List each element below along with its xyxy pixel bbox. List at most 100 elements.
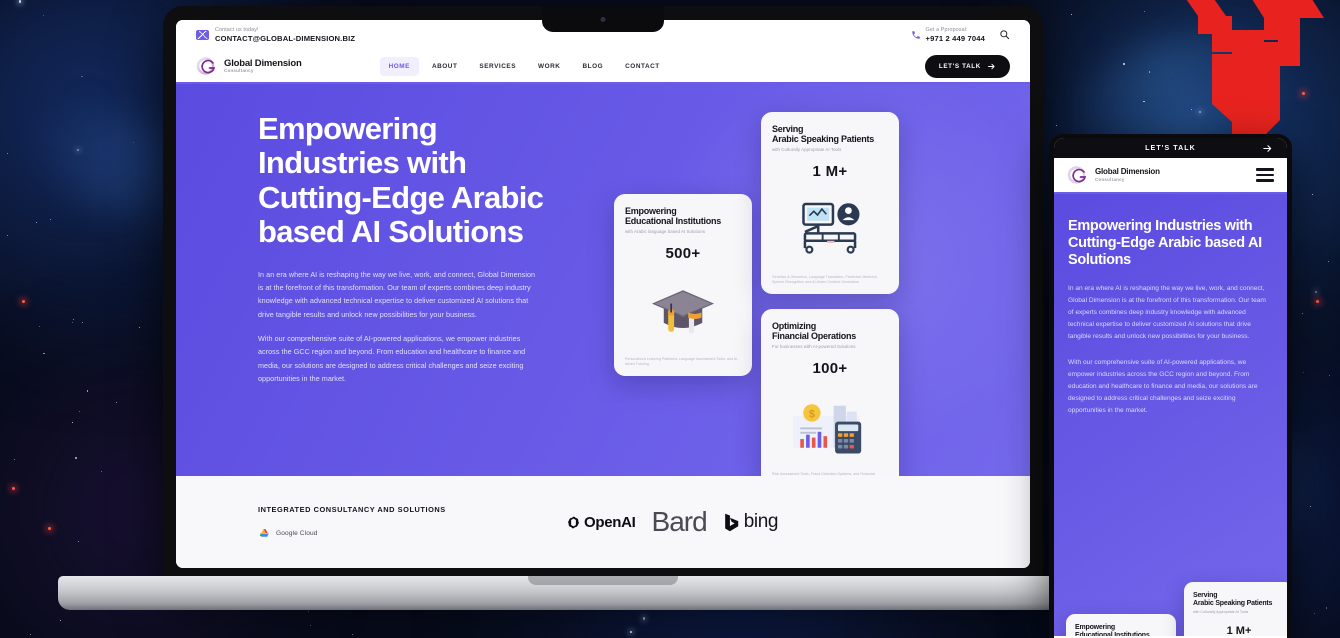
nav-links: HOME ABOUT SERVICES WORK BLOG CONTACT bbox=[379, 56, 669, 76]
g-circle-logo-icon bbox=[196, 57, 216, 75]
card-education[interactable]: Empowering Educational Institutions with… bbox=[614, 194, 752, 376]
hero-section: Empowering Industries with Cutting-Edge … bbox=[176, 84, 1030, 476]
card-education-title: Empowering Educational Institutions with… bbox=[625, 206, 741, 234]
logo-title: Global Dimension bbox=[224, 57, 302, 69]
nav-item-blog[interactable]: BLOG bbox=[573, 57, 612, 76]
laptop-trackpad-notch bbox=[528, 576, 678, 585]
nav-item-contact[interactable]: CONTACT bbox=[616, 57, 669, 76]
site-logo[interactable]: Global Dimension Consultancy bbox=[196, 55, 302, 77]
partners-logos: OpenAI Bard bing bbox=[566, 506, 778, 538]
phone-card-medical[interactable]: Serving Arabic Speaking Patients with Cu… bbox=[1184, 582, 1287, 636]
hamburger-menu-icon[interactable] bbox=[1256, 168, 1274, 182]
phone-site-logo[interactable]: Global Dimension Consultancy bbox=[1067, 164, 1160, 186]
envelope-icon bbox=[196, 29, 209, 40]
partners-left: INTEGRATED CONSULTANCY AND SOLUTIONS Goo… bbox=[258, 505, 558, 539]
hero-heading: Empowering Industries with Cutting-Edge … bbox=[258, 111, 544, 250]
phone-hero-paragraph-2: With our comprehensive suite of AI-power… bbox=[1068, 358, 1258, 414]
partner-bing-label: bing bbox=[743, 511, 779, 532]
nav-item-work[interactable]: WORK bbox=[529, 57, 569, 76]
phone-card-medical-subtitle: with Culturally Appropriate AI Tools bbox=[1193, 610, 1249, 615]
arrow-right-icon bbox=[1263, 144, 1272, 152]
phone-body: LET'S TALK Global Dimension Consultancy bbox=[1049, 134, 1292, 638]
card-medical-title: Serving Arabic Speaking Patients with Cu… bbox=[772, 124, 888, 152]
lets-talk-button[interactable]: LET'S TALK bbox=[924, 54, 1010, 78]
nav-item-home[interactable]: HOME bbox=[379, 56, 419, 76]
phone-number[interactable]: +971 2 449 7044 bbox=[926, 34, 985, 43]
phone-logo-title: Global Dimension bbox=[1095, 167, 1160, 177]
search-icon[interactable] bbox=[999, 29, 1010, 40]
card-medical-title-line2: Arabic Speaking Patients bbox=[772, 134, 875, 145]
phone-screen: LET'S TALK Global Dimension Consultancy bbox=[1054, 138, 1287, 638]
card-education-title-line2: Educational Institutions bbox=[625, 216, 722, 227]
partner-openai-label: OpenAI bbox=[584, 513, 636, 531]
lets-talk-label: LET'S TALK bbox=[938, 62, 981, 70]
phone-contact-block[interactable]: Get a Pproposal: +971 2 449 7044 bbox=[911, 27, 985, 43]
hero-cards-area: Empowering Educational Institutions with… bbox=[576, 112, 1030, 476]
financial-chart-calculator-icon: $ bbox=[793, 404, 862, 454]
email-contact-block[interactable]: Contact us today! CONTACT@GLOBAL-DIMENSI… bbox=[196, 27, 355, 43]
card-financial-stat: 100+ bbox=[812, 360, 848, 378]
partner-google-cloud: Google Cloud bbox=[258, 528, 558, 539]
website-desktop-view: Contact us today! CONTACT@GLOBAL-DIMENSI… bbox=[176, 20, 1030, 568]
contact-email[interactable]: CONTACT@GLOBAL-DIMENSION.BIZ bbox=[215, 34, 355, 43]
card-medical-subtitle: with Culturally Appropriate AI Tools bbox=[772, 146, 842, 152]
phone-icon bbox=[911, 31, 920, 39]
card-education-stat: 500+ bbox=[665, 245, 701, 263]
phone-device-mockup: LET'S TALK Global Dimension Consultancy bbox=[1049, 134, 1292, 638]
topbar-right-group: Get a Pproposal: +971 2 449 7044 bbox=[911, 27, 1010, 43]
phone-label: Get a Pproposal: bbox=[925, 26, 968, 33]
phone-hero-section: Empowering Industries with Cutting-Edge … bbox=[1054, 194, 1287, 636]
card-financial[interactable]: Optimizing Financial Operations For busi… bbox=[761, 309, 899, 476]
red-geometric-brand-logo-icon bbox=[1186, 0, 1324, 142]
contact-label: Contact us today! bbox=[215, 26, 259, 33]
card-medical-art bbox=[772, 184, 888, 274]
svg-text:$: $ bbox=[809, 409, 815, 421]
partners-title: INTEGRATED CONSULTANCY AND SOLUTIONS bbox=[258, 505, 446, 514]
phone-lets-talk-bar[interactable]: LET'S TALK bbox=[1054, 138, 1287, 158]
laptop-base bbox=[58, 576, 1148, 610]
nav-item-about[interactable]: ABOUT bbox=[423, 57, 466, 76]
phone-hero-paragraph-1: In an era where AI is reshaping the way … bbox=[1068, 284, 1266, 340]
partner-bing: bing bbox=[723, 511, 778, 533]
card-medical-title-line1: Serving bbox=[772, 124, 804, 134]
card-education-title-line1: Empowering bbox=[625, 206, 677, 216]
main-navigation-bar: Global Dimension Consultancy HOME ABOUT … bbox=[176, 50, 1030, 84]
card-medical-stat: 1 M+ bbox=[812, 163, 848, 181]
bing-icon bbox=[724, 513, 738, 531]
phone-card-medical-title-line2: Arabic Speaking Patients bbox=[1193, 600, 1273, 608]
partner-bard: Bard bbox=[651, 506, 708, 537]
arrow-right-icon bbox=[988, 63, 995, 69]
phone-hero-heading: Empowering Industries with Cutting-Edge … bbox=[1068, 218, 1262, 268]
graduation-cap-icon bbox=[651, 290, 715, 334]
phone-card-education-title-line1: Empowering bbox=[1075, 624, 1116, 631]
g-circle-logo-icon bbox=[1067, 166, 1087, 184]
laptop-lid: Contact us today! CONTACT@GLOBAL-DIMENSI… bbox=[163, 6, 1043, 584]
partners-section: INTEGRATED CONSULTANCY AND SOLUTIONS Goo… bbox=[176, 476, 1030, 568]
hero-paragraph-1: In an era where AI is reshaping the way … bbox=[258, 269, 536, 319]
logo-tagline: Consultancy bbox=[224, 68, 254, 74]
partner-openai: OpenAI bbox=[566, 514, 636, 531]
partner-google-cloud-label: Google Cloud bbox=[276, 530, 318, 537]
hero-copy: Empowering Industries with Cutting-Edge … bbox=[176, 111, 576, 476]
card-financial-footer: Risk Assessment Tools, Fraud Detection S… bbox=[772, 471, 875, 476]
card-medical[interactable]: Serving Arabic Speaking Patients with Cu… bbox=[761, 112, 899, 294]
card-financial-subtitle: For businesses with AI-powered Solutions bbox=[772, 343, 856, 349]
phone-cards-area: Empowering Educational Institutions with… bbox=[1062, 582, 1287, 636]
phone-lets-talk-label: LET'S TALK bbox=[1145, 144, 1196, 152]
phone-card-education[interactable]: Empowering Educational Institutions with… bbox=[1066, 614, 1176, 636]
card-medical-footer: Genetics & Genomics, Language Translatio… bbox=[772, 274, 878, 284]
card-financial-title: Optimizing Financial Operations For busi… bbox=[772, 321, 888, 349]
card-education-subtitle: with Arabic language based AI Solutions bbox=[625, 228, 706, 234]
card-education-art bbox=[625, 266, 741, 356]
card-education-footer: Personalized Learning Platforms, Languag… bbox=[625, 356, 739, 366]
card-financial-title-line2: Financial Operations bbox=[772, 331, 857, 342]
laptop-device-mockup: Contact us today! CONTACT@GLOBAL-DIMENSI… bbox=[58, 6, 1148, 610]
phone-card-medical-stat: 1 M+ bbox=[1226, 624, 1252, 636]
hospital-bed-icon bbox=[802, 203, 860, 255]
nav-item-services[interactable]: SERVICES bbox=[470, 57, 525, 76]
webcam-icon bbox=[600, 17, 606, 22]
hero-paragraph-2: With our comprehensive suite of AI-power… bbox=[258, 333, 526, 383]
card-financial-title-line1: Optimizing bbox=[772, 321, 816, 331]
card-financial-art: $ bbox=[772, 381, 888, 471]
phone-logo-tagline: Consultancy bbox=[1095, 176, 1125, 182]
